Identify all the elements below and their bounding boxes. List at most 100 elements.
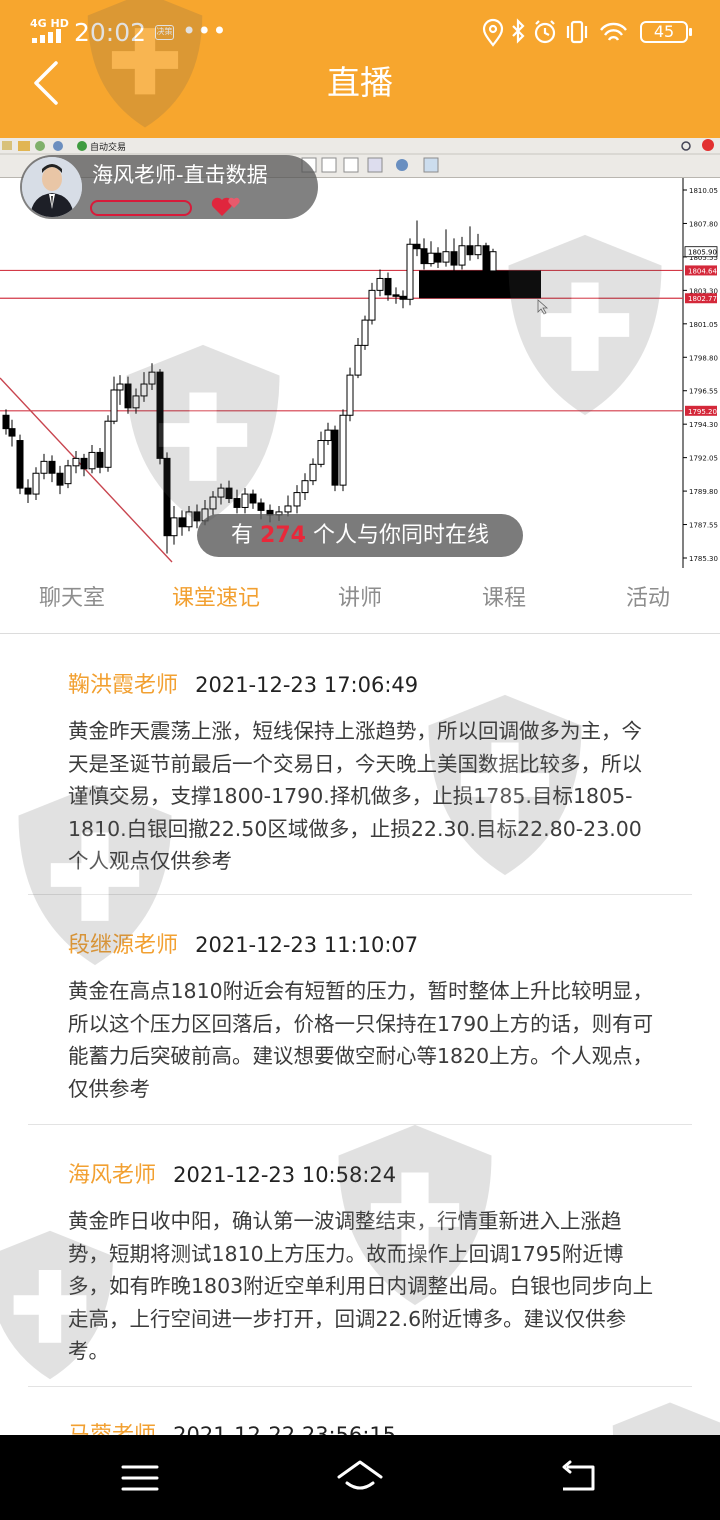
host-avatar[interactable] [22, 157, 82, 217]
note-item[interactable]: 马蓉老师 2021-12-22 23:56:15 [28, 1415, 692, 1435]
note-author: 马蓉老师 [68, 1423, 156, 1435]
candle [116, 383, 124, 391]
price-tick-label: 1807.80 [689, 220, 718, 228]
home-icon[interactable] [335, 1453, 385, 1503]
price-tick-label: 1787.55 [689, 522, 718, 530]
candle [217, 487, 225, 498]
candle [156, 371, 164, 459]
tab-lecturers[interactable]: 讲师 [288, 568, 432, 634]
price-tick-label: 1798.80 [689, 354, 718, 362]
note-content: 黄金昨天震荡上涨，短线保持上涨趋势，所以回调做多为主，今天是圣诞节前最后一个交易… [68, 719, 642, 873]
price-tag-label: 1804.64 [688, 267, 717, 275]
candle [80, 457, 88, 470]
candle [420, 248, 428, 265]
status-badge: 决策 [155, 25, 174, 40]
alarm-icon [534, 20, 556, 44]
note-time: 2021-12-23 11:10:07 [195, 933, 419, 957]
note-time: 2021-12-23 10:58:24 [173, 1163, 397, 1187]
note-item[interactable]: 海风老师 2021-12-23 10:58:24 黄金昨日收中阳，确认第一波调整… [28, 1155, 692, 1387]
note-time: 2021-12-23 17:06:49 [195, 673, 419, 697]
candle [193, 511, 201, 522]
price-tick-label: 1789.80 [689, 488, 718, 496]
candle [368, 289, 376, 321]
price-tag-label: 1805.90 [688, 249, 717, 257]
candle [489, 251, 497, 274]
price-tick-label: 1801.05 [689, 321, 718, 329]
note-author: 鞠洪霞老师 [68, 673, 179, 698]
candle [178, 517, 186, 528]
network-type: 4G HD [30, 17, 69, 30]
candle [104, 420, 112, 468]
wifi-icon [600, 22, 627, 41]
bluetooth-icon [512, 18, 525, 44]
candle [474, 245, 482, 256]
price-tag-label: 1795.20 [688, 408, 717, 416]
signal-icon [32, 29, 61, 43]
live-video[interactable]: 自动交易 1810.05 1807.80 1805.55 1803.30 1801.05… [0, 138, 720, 568]
note-content: 黄金在高点1810附近会有短暂的压力，暂时整体上升比较明显，所以这个压力区回落后… [68, 979, 654, 1101]
heart-icon[interactable] [210, 195, 244, 217]
candle [225, 487, 233, 500]
candle [376, 277, 384, 291]
price-tick-label: 1810.05 [689, 187, 718, 195]
price-tick-label: 1792.05 [689, 455, 718, 463]
menu-icon[interactable] [115, 1453, 165, 1503]
candle [241, 493, 249, 508]
app-screen: 4G HD 20:02 决策 ••• 45 直播 自动交易 1810.05 18… [0, 0, 720, 1520]
candle [427, 252, 435, 265]
candle [56, 472, 64, 486]
candle [361, 319, 369, 346]
note-content: 黄金昨日收中阳，确认第一波调整结束，行情重新进入上涨趋势，短期将测试1810上方… [68, 1209, 654, 1363]
candle [124, 383, 132, 409]
candle [48, 460, 56, 474]
price-tick-label: 1785.30 [689, 555, 718, 563]
location-icon [482, 18, 504, 47]
notes-feed[interactable]: 鞠洪霞老师 2021-12-23 17:06:49 黄金昨天震荡上涨，短线保持上… [0, 635, 720, 1435]
candle [209, 496, 217, 510]
more-notifications-icon: ••• [182, 17, 228, 45]
note-author: 海风老师 [68, 1163, 157, 1188]
candle [346, 374, 354, 416]
app-header: 4G HD 20:02 决策 ••• 45 直播 [0, 0, 720, 138]
vibrate-icon [566, 20, 588, 44]
candle [32, 472, 40, 495]
system-nav-bar [0, 1435, 720, 1520]
tab-activities[interactable]: 活动 [576, 568, 720, 634]
candle [339, 414, 347, 486]
battery-indicator: 45 [640, 21, 692, 43]
candle [257, 502, 265, 511]
candle [72, 457, 80, 467]
toolbar-label: 自动交易 [90, 143, 127, 153]
online-count-pill: 有 274 个人与你同时在线 [197, 514, 523, 557]
candle [331, 429, 339, 486]
tab-chatroom[interactable]: 聊天室 [0, 568, 144, 634]
online-suffix: 个人与你同时在线 [312, 523, 489, 548]
candle [293, 492, 301, 507]
candle [442, 251, 450, 263]
note-author: 段继源老师 [68, 933, 179, 958]
candle [233, 498, 241, 508]
candle [185, 511, 193, 528]
tab-class-notes[interactable]: 课堂速记 [144, 568, 288, 634]
candle [458, 245, 466, 266]
candle [392, 294, 400, 297]
candle [482, 245, 490, 274]
host-name: 海风老师-直击数据 [92, 163, 268, 187]
candle [434, 252, 442, 263]
candle [309, 463, 317, 482]
note-item[interactable]: 鞠洪霞老师 2021-12-23 17:06:49 黄金昨天震荡上涨，短线保持上… [28, 665, 692, 895]
candle [324, 429, 332, 442]
host-card[interactable]: 海风老师-直击数据 [20, 155, 318, 219]
candle [88, 451, 96, 470]
candle [110, 389, 118, 422]
candle [399, 295, 407, 300]
candle [24, 487, 32, 495]
back-icon[interactable] [555, 1453, 605, 1503]
host-level-bar [90, 200, 192, 216]
note-item[interactable]: 段继源老师 2021-12-23 11:10:07 黄金在高点1810附近会有短… [28, 925, 692, 1125]
tab-courses[interactable]: 课程 [432, 568, 576, 634]
candle [96, 451, 104, 468]
drawn-zone [419, 270, 541, 299]
online-count: 274 [260, 523, 306, 548]
candle [132, 395, 140, 409]
